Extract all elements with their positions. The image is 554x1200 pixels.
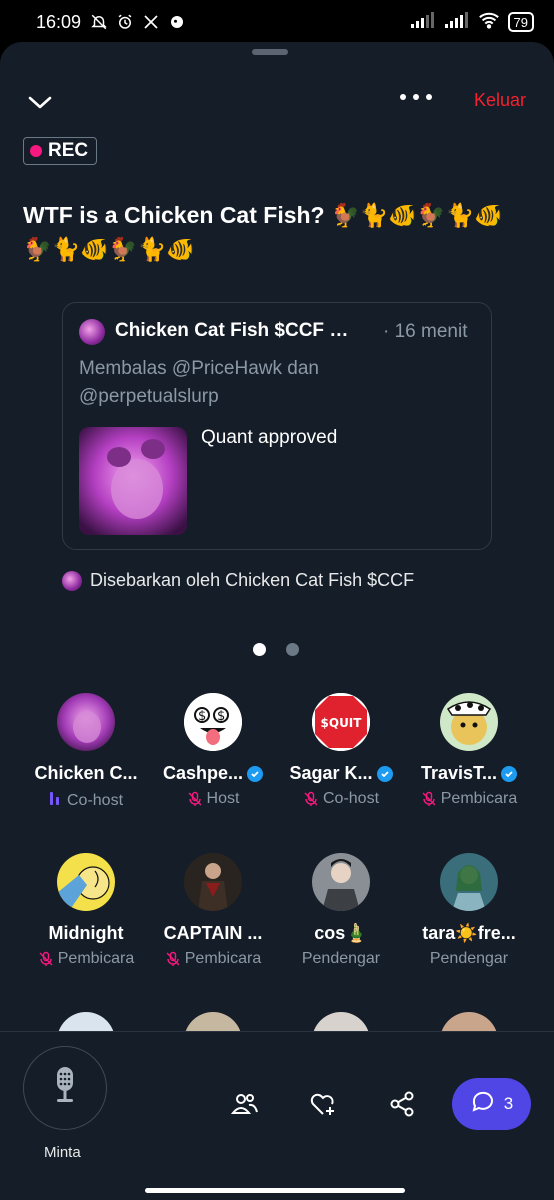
participant-role: Pendengar	[429, 950, 509, 967]
battery-level: 79	[513, 14, 528, 30]
microphone-icon	[50, 1065, 80, 1112]
bottom-bar: Minta 3	[0, 1031, 554, 1200]
avatar[interactable]	[57, 853, 115, 911]
participant[interactable]: TravisT... Pembicara	[404, 693, 534, 808]
rec-badge: REC	[23, 137, 98, 165]
post-author-avatar[interactable]	[79, 319, 105, 345]
participant-role: Pembicara	[440, 790, 518, 807]
chevron-down-icon[interactable]	[26, 90, 54, 114]
x-logo-icon	[141, 12, 161, 32]
verified-badge-icon	[376, 765, 393, 782]
space-header: Keluar	[0, 88, 554, 118]
participant-name: TravisT...	[420, 763, 498, 783]
post-reply-to: Membalas @PriceHawk dan @perpetualslurp	[79, 358, 319, 407]
mic-off-icon	[165, 951, 181, 967]
participant-name: tara☀️fre...	[422, 923, 516, 943]
comment-icon	[470, 1089, 496, 1120]
participant[interactable]: tara☀️fre... Pendengar	[404, 853, 534, 968]
avatar[interactable]	[312, 853, 370, 911]
participant-name: Cashpe...	[162, 763, 244, 783]
more-options-icon[interactable]	[400, 94, 432, 100]
participant[interactable]: Chicken C... Co-host	[21, 693, 151, 811]
page-indicator	[253, 643, 299, 656]
avatar[interactable]	[440, 693, 498, 751]
share-icon[interactable]	[388, 1090, 416, 1118]
mic-off-icon	[187, 791, 203, 807]
mute-bell-icon	[89, 12, 109, 32]
participant-name: Sagar K...	[289, 763, 373, 783]
avatar[interactable]: $QUIT	[312, 693, 370, 751]
participant-role: Co-host	[322, 790, 380, 807]
avatar[interactable]	[184, 853, 242, 911]
status-time: 16:09	[36, 11, 82, 32]
participant-role: Pembicara	[184, 950, 262, 967]
speaking-bars-icon	[49, 790, 63, 811]
record-dot-icon	[30, 145, 42, 157]
post-author-name[interactable]: Chicken Cat Fish $CCF …	[115, 320, 348, 342]
alarm-icon	[115, 12, 135, 32]
avatar[interactable]	[440, 853, 498, 911]
participant[interactable]: $QUIT Sagar K... Co-host	[276, 693, 406, 808]
avatar-stop-sign-text: $QUIT	[321, 716, 363, 730]
leave-button[interactable]: Keluar	[474, 90, 526, 111]
post-time: · 16 menit	[383, 321, 468, 342]
notification-icon	[167, 12, 187, 32]
drag-handle[interactable]	[252, 49, 288, 55]
verified-badge-icon	[501, 765, 518, 782]
page-dot-active[interactable]	[253, 643, 266, 656]
participant-name: Chicken C...	[34, 763, 138, 783]
spread-by[interactable]: Disebarkan oleh Chicken Cat Fish $CCF	[62, 570, 414, 591]
participant-role: Host	[206, 790, 240, 807]
avatar[interactable]	[57, 693, 115, 751]
space-sheet: Keluar REC WTF is a Chicken Cat Fish? 🐓🐈…	[0, 42, 554, 1200]
participants-icon[interactable]	[230, 1090, 258, 1118]
add-reaction-icon[interactable]	[309, 1090, 337, 1118]
rec-label: REC	[48, 140, 89, 161]
participant-name: Midnight	[48, 923, 124, 943]
comment-count: 3	[503, 1094, 514, 1113]
participant-role: Co-host	[66, 791, 124, 809]
participant[interactable]: Midnight Pembicara	[21, 853, 151, 968]
participant-role: Pendengar	[301, 950, 381, 967]
status-bar: 16:09 79	[0, 0, 554, 44]
request-label: Minta	[44, 1144, 81, 1161]
participant-name: CAPTAIN ...	[163, 923, 263, 943]
participant-role: Pembicara	[57, 950, 135, 967]
battery-icon: 79	[507, 12, 534, 32]
pinned-post-card[interactable]: Chicken Cat Fish $CCF … · 16 menit Memba…	[62, 302, 492, 550]
post-text: Quant approved	[201, 427, 338, 448]
home-indicator[interactable]	[145, 1188, 405, 1193]
signal-icon	[410, 11, 436, 34]
mic-off-icon	[421, 791, 437, 807]
spreader-avatar	[62, 570, 82, 591]
mic-off-icon	[303, 791, 319, 807]
participant-name: cos🎍	[314, 923, 368, 943]
participant[interactable]: $ $ Cashpe... Host	[148, 693, 278, 808]
signal-icon	[444, 11, 470, 34]
space-title: WTF is a Chicken Cat Fish? 🐓🐈🐠🐓🐈🐠🐓🐈🐠🐓🐈🐠	[23, 202, 503, 262]
comments-button[interactable]: 3	[452, 1078, 531, 1130]
avatar[interactable]: $ $	[184, 693, 242, 751]
request-mic-button[interactable]	[23, 1046, 107, 1130]
mic-off-icon	[38, 951, 54, 967]
participant[interactable]: CAPTAIN ... Pembicara	[148, 853, 278, 968]
participant[interactable]: cos🎍 Pendengar	[276, 853, 406, 968]
verified-badge-icon	[247, 765, 264, 782]
spread-by-text: Disebarkan oleh Chicken Cat Fish $CCF	[90, 570, 415, 590]
wifi-icon	[478, 11, 500, 34]
page-dot[interactable]	[286, 643, 299, 656]
post-media-image[interactable]	[79, 427, 187, 535]
